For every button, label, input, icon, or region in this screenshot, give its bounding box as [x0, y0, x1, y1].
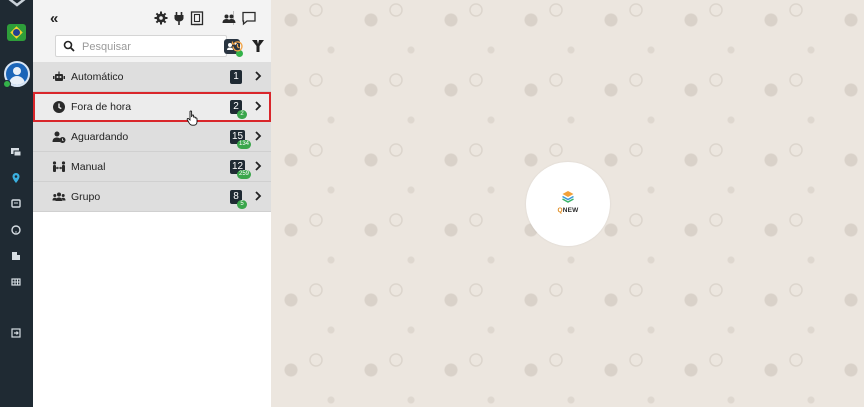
logout-icon[interactable]: [9, 326, 23, 340]
grid-icon[interactable]: [9, 275, 23, 289]
hand-pointer-icon: [186, 110, 198, 126]
users-group-icon: [52, 192, 66, 201]
queue-row-manual[interactable]: Manual 12 259: [33, 152, 271, 182]
queue-sub-badge: 5: [237, 200, 247, 209]
user-clock-icon: [52, 131, 66, 143]
plug-icon[interactable]: [171, 10, 187, 26]
queue-sub-badge: 259: [237, 170, 252, 179]
chat-area: QNEW: [271, 0, 864, 407]
message-icon[interactable]: [9, 197, 23, 211]
chevron-right-icon[interactable]: [253, 70, 263, 82]
chevron-right-icon[interactable]: [253, 130, 263, 142]
queue-label: Manual: [71, 161, 106, 173]
queue-label: Aguardando: [71, 131, 129, 143]
queue-row-fora-de-hora[interactable]: Fora de hora 2 2: [33, 92, 271, 122]
help-icon[interactable]: [9, 223, 23, 237]
queue-sub-badge: 2: [237, 110, 247, 119]
left-rail: [0, 0, 33, 407]
chevron-down-icon[interactable]: [6, 0, 28, 10]
brazil-flag-icon[interactable]: [7, 24, 26, 41]
building-icon[interactable]: [9, 249, 23, 263]
chevron-right-icon[interactable]: [253, 190, 263, 202]
search-icon: [63, 40, 75, 52]
people-arrows-icon: [52, 161, 66, 172]
queue-label: Grupo: [71, 191, 101, 203]
queue-row-grupo[interactable]: Grupo 8 5: [33, 182, 271, 212]
search-input[interactable]: [82, 39, 182, 54]
chevron-right-icon[interactable]: [253, 160, 263, 172]
online-status-dot: [3, 80, 11, 88]
clock-icon: [53, 101, 65, 113]
users-icon[interactable]: [221, 10, 237, 26]
queue-label: Automático: [71, 71, 124, 83]
chat-list-icon[interactable]: [9, 145, 23, 159]
queue-count-badge: 1: [230, 70, 242, 84]
gear-icon[interactable]: [153, 10, 169, 26]
logo-icon: [562, 191, 574, 203]
history-icon[interactable]: [230, 39, 245, 54]
brand-logo: QNEW: [526, 162, 610, 246]
chevron-right-icon[interactable]: [253, 100, 263, 112]
chat-icon[interactable]: [241, 10, 257, 26]
queue-sub-badge: 134: [237, 140, 252, 149]
panel-header: «: [33, 0, 271, 62]
queue-list: Automático 1 Fora de hora 2 2 Aguardando…: [33, 62, 271, 212]
logo-text: QNEW: [526, 207, 610, 214]
search-box: [55, 35, 243, 57]
queue-row-automatico[interactable]: Automático 1: [33, 62, 271, 92]
queue-panel: « Automático 1 Fora de hora 2: [33, 0, 271, 407]
robot-icon: [53, 71, 65, 81]
tag-icon[interactable]: [251, 39, 265, 53]
logo-text-rest: NEW: [562, 207, 579, 214]
queue-row-aguardando[interactable]: Aguardando 15 134: [33, 122, 271, 152]
queue-label: Fora de hora: [71, 101, 132, 113]
collapse-panel-button[interactable]: «: [50, 10, 58, 27]
location-icon[interactable]: [9, 171, 23, 185]
clipboard-icon[interactable]: [189, 10, 205, 26]
